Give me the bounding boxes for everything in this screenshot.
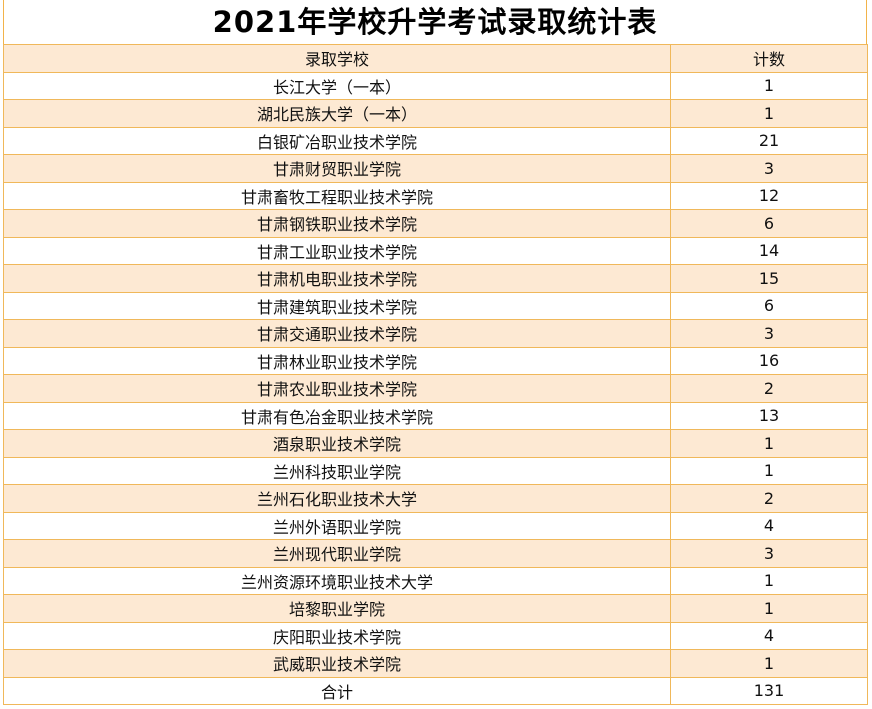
count-cell: 3 <box>670 539 868 568</box>
school-name-cell: 兰州外语职业学院 <box>3 511 671 540</box>
column-header-school: 录取学校 <box>3 44 671 73</box>
total-count: 131 <box>670 676 868 705</box>
school-name-cell: 甘肃工业职业技术学院 <box>3 236 671 265</box>
school-name-cell: 甘肃机电职业技术学院 <box>3 264 671 293</box>
count-cell: 1 <box>670 594 868 623</box>
table-row: 长江大学（一本） 1 <box>3 71 868 100</box>
count-cell: 1 <box>670 71 868 100</box>
school-name-cell: 白银矿冶职业技术学院 <box>3 126 671 155</box>
table-row: 甘肃林业职业技术学院 16 <box>3 346 868 375</box>
count-cell: 1 <box>670 429 868 458</box>
count-cell: 3 <box>670 319 868 348</box>
total-label: 合计 <box>3 676 671 705</box>
school-name-cell: 兰州现代职业学院 <box>3 539 671 568</box>
count-cell: 1 <box>670 99 868 128</box>
table-row: 兰州外语职业学院 4 <box>3 511 868 540</box>
count-cell: 3 <box>670 154 868 183</box>
school-name-cell: 长江大学（一本） <box>3 71 671 100</box>
count-cell: 2 <box>670 484 868 513</box>
count-cell: 6 <box>670 291 868 320</box>
school-name-cell: 甘肃建筑职业技术学院 <box>3 291 671 320</box>
total-row: 合计 131 <box>3 676 868 705</box>
table-row: 庆阳职业技术学院 4 <box>3 621 868 650</box>
table-row: 武威职业技术学院 1 <box>3 649 868 678</box>
school-name-cell: 甘肃交通职业技术学院 <box>3 319 671 348</box>
table-row: 甘肃建筑职业技术学院 6 <box>3 291 868 320</box>
count-cell: 21 <box>670 126 868 155</box>
school-name-cell: 庆阳职业技术学院 <box>3 621 671 650</box>
count-cell: 16 <box>670 346 868 375</box>
table-row: 甘肃工业职业技术学院 14 <box>3 236 868 265</box>
school-name-cell: 甘肃有色冶金职业技术学院 <box>3 401 671 430</box>
school-name-cell: 培黎职业学院 <box>3 594 671 623</box>
school-name-cell: 兰州石化职业技术大学 <box>3 484 671 513</box>
table-row: 甘肃农业职业技术学院 2 <box>3 374 868 403</box>
school-name-cell: 甘肃财贸职业学院 <box>3 154 671 183</box>
admission-table: 录取学校 计数 长江大学（一本） 1 湖北民族大学（一本） 1 白银矿冶职业技术学院 21… <box>3 44 868 705</box>
table-row: 兰州石化职业技术大学 2 <box>3 484 868 513</box>
table-row: 白银矿冶职业技术学院 21 <box>3 126 868 155</box>
table-row: 兰州现代职业学院 3 <box>3 539 868 568</box>
table-row: 甘肃有色冶金职业技术学院 13 <box>3 401 868 430</box>
school-name-cell: 甘肃农业职业技术学院 <box>3 374 671 403</box>
table-row: 甘肃财贸职业学院 3 <box>3 154 868 183</box>
count-cell: 4 <box>670 621 868 650</box>
school-name-cell: 酒泉职业技术学院 <box>3 429 671 458</box>
table-row: 甘肃畜牧工程职业技术学院 12 <box>3 181 868 210</box>
school-name-cell: 甘肃钢铁职业技术学院 <box>3 209 671 238</box>
table-row: 兰州资源环境职业技术大学 1 <box>3 566 868 595</box>
count-cell: 1 <box>670 649 868 678</box>
school-name-cell: 兰州科技职业学院 <box>3 456 671 485</box>
column-header-count: 计数 <box>670 44 868 73</box>
spreadsheet: 2021年学校升学考试录取统计表 录取学校 计数 长江大学（一本） 1 湖北民族大学… <box>0 0 872 709</box>
school-name-cell: 兰州资源环境职业技术大学 <box>3 566 671 595</box>
table-row: 兰州科技职业学院 1 <box>3 456 868 485</box>
table-row: 甘肃机电职业技术学院 15 <box>3 264 868 293</box>
count-cell: 12 <box>670 181 868 210</box>
table-row: 甘肃钢铁职业技术学院 6 <box>3 209 868 238</box>
count-cell: 1 <box>670 566 868 595</box>
table-row: 酒泉职业技术学院 1 <box>3 429 868 458</box>
count-cell: 13 <box>670 401 868 430</box>
count-cell: 6 <box>670 209 868 238</box>
count-cell: 15 <box>670 264 868 293</box>
table-row: 甘肃交通职业技术学院 3 <box>3 319 868 348</box>
school-name-cell: 甘肃畜牧工程职业技术学院 <box>3 181 671 210</box>
count-cell: 1 <box>670 456 868 485</box>
header-row: 录取学校 计数 <box>3 44 868 73</box>
school-name-cell: 甘肃林业职业技术学院 <box>3 346 671 375</box>
count-cell: 14 <box>670 236 868 265</box>
table-row: 培黎职业学院 1 <box>3 594 868 623</box>
school-name-cell: 湖北民族大学（一本） <box>3 99 671 128</box>
count-cell: 2 <box>670 374 868 403</box>
count-cell: 4 <box>670 511 868 540</box>
table-row: 湖北民族大学（一本） 1 <box>3 99 868 128</box>
page-title: 2021年学校升学考试录取统计表 <box>3 0 867 44</box>
school-name-cell: 武威职业技术学院 <box>3 649 671 678</box>
